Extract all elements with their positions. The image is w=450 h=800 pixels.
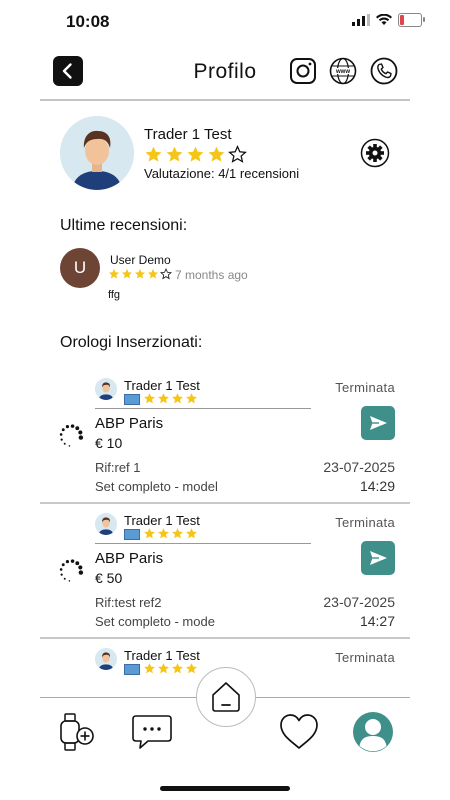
listing-status: Terminata [335,650,395,665]
spinner-icon [58,423,84,449]
star-filled-icon [145,146,162,162]
star-filled-icon [166,146,183,162]
listing-date: 23-07-2025 [323,459,395,475]
review-stars [108,268,172,280]
listing-ref: Rif:test ref2 [95,595,162,610]
star-filled-icon [144,528,155,539]
star-filled-icon [148,269,158,279]
seller-stars [143,527,198,540]
star-filled-icon [109,269,119,279]
favorites-button[interactable] [277,710,321,754]
watch-add-icon [60,713,94,751]
star-filled-icon [172,528,183,539]
star-filled-icon [158,663,169,674]
flag-icon [124,529,140,540]
star-filled-icon [208,146,225,162]
website-button[interactable]: www [328,56,358,86]
web-icon: www [329,57,357,85]
profile-avatar [60,116,134,190]
settings-button[interactable] [360,138,390,168]
chat-icon [132,715,172,749]
status-indicators: 9+ [352,13,425,27]
seller-name: Trader 1 Test [124,513,200,528]
reviewer-avatar: U [60,248,100,288]
listing-time: 14:29 [359,478,395,494]
status-time: 10:08 [66,12,110,31]
home-button[interactable] [196,667,256,727]
seller-stars [143,392,198,405]
profile-icon [353,712,393,752]
phone-icon [370,57,398,85]
home-icon [212,682,240,712]
reviewer-name: User Demo [110,253,171,267]
star-filled-icon [144,393,155,404]
listing-desc: Set completo - model [95,479,218,494]
spinner-icon [58,558,84,584]
card-separator [40,502,410,504]
chat-button[interactable] [130,710,174,754]
wifi-icon [376,14,392,25]
send-button[interactable] [361,406,395,440]
gear-icon [360,138,390,168]
card-divider [95,408,311,409]
review-text: ffg [108,289,121,301]
flag-icon [124,394,140,405]
star-filled-icon [186,528,197,539]
header-divider [40,99,410,101]
star-filled-icon [122,269,132,279]
star-filled-icon [144,663,155,674]
profile-rating-text: Valutazione: 4/1 recensioni [144,166,300,181]
star-filled-icon [187,146,204,162]
listing-desc: Set completo - mode [95,614,215,629]
listings-title: Orologi Inserzionati: [60,334,203,351]
star-filled-icon [186,393,197,404]
listing-title: ABP Paris [95,415,164,432]
card-separator [40,637,410,639]
listing-price: € 10 [95,435,123,451]
send-button[interactable] [361,541,395,575]
seller-avatar [95,513,117,535]
star-empty-icon [228,145,247,163]
star-filled-icon [158,393,169,404]
profile-nav-button[interactable] [351,710,395,754]
listing-price: € 50 [95,570,123,586]
phone-button[interactable] [369,56,399,86]
seller-name: Trader 1 Test [124,648,200,663]
seller-avatar [95,648,117,670]
listing-card[interactable]: Trader 1 Test Terminata ABP Paris € 50 R… [0,513,450,648]
star-filled-icon [135,269,145,279]
star-filled-icon [158,528,169,539]
instagram-button[interactable] [288,56,318,86]
seller-stars [143,662,198,675]
heart-icon [280,714,318,749]
seller-name: Trader 1 Test [124,378,200,393]
battery-icon: 9+ [398,13,425,27]
listing-ref: Rif:ref 1 [95,460,141,475]
seller-avatar [95,378,117,400]
home-indicator [160,786,290,791]
flag-icon [124,664,140,675]
send-icon [370,551,387,565]
listing-status: Terminata [335,380,395,395]
listing-status: Terminata [335,515,395,530]
star-filled-icon [172,393,183,404]
svg-text:www: www [335,69,350,75]
card-divider [95,543,311,544]
star-filled-icon [172,663,183,674]
listing-time: 14:27 [359,613,395,629]
listing-date: 23-07-2025 [323,594,395,610]
add-watch-button[interactable] [57,710,101,754]
review-time: 7 months ago [175,268,248,282]
signal-icon [352,14,370,26]
reviews-title: Ultime recensioni: [60,217,188,234]
instagram-icon [290,58,316,84]
profile-name: Trader 1 Test [144,126,232,143]
profile-rating-stars [144,145,247,164]
listing-title: ABP Paris [95,550,164,567]
listing-card[interactable]: Trader 1 Test Terminata ABP Paris € 10 R… [0,378,450,513]
send-icon [370,416,387,430]
star-empty-icon [160,268,172,280]
